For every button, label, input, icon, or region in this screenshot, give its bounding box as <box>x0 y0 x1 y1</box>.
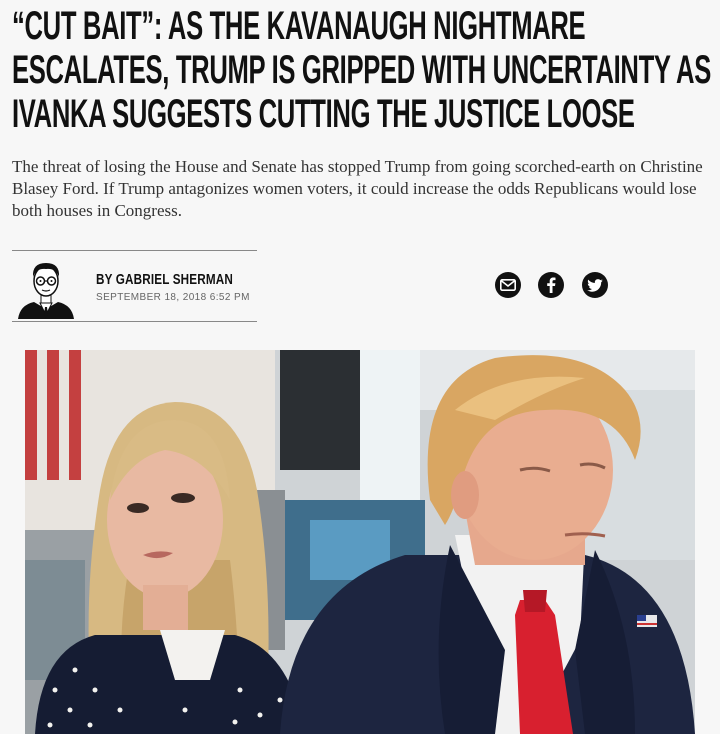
headline: “Cut Bait”: As the Kavanaugh Nightmare E… <box>12 4 711 136</box>
headline-line: Ivanka Suggests Cutting the Justice Loos… <box>12 92 635 136</box>
facebook-share-button[interactable] <box>538 272 564 298</box>
byline-block: BY GABRIEL SHERMAN SEPTEMBER 18, 2018 6:… <box>12 250 257 322</box>
author-avatar <box>14 257 78 319</box>
article-lead-photo <box>25 350 695 734</box>
email-share-button[interactable] <box>495 272 521 298</box>
twitter-share-button[interactable] <box>582 272 608 298</box>
author-name[interactable]: BY GABRIEL SHERMAN <box>96 271 233 288</box>
headline-line: Escalates, Trump Is Gripped With Uncerta… <box>12 48 711 92</box>
headline-line: “Cut Bait”: As the Kavanaugh Nightmare <box>12 4 586 48</box>
twitter-icon <box>587 278 603 292</box>
publish-date: SEPTEMBER 18, 2018 6:52 PM <box>96 292 250 303</box>
email-icon <box>500 279 516 291</box>
facebook-icon <box>546 277 556 293</box>
article-dek: The threat of losing the House and Senat… <box>12 157 703 220</box>
